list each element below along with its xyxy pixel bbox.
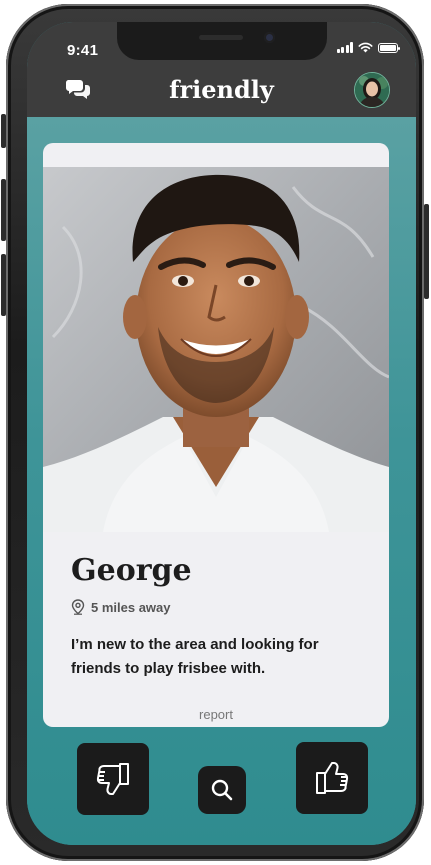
thumbs-up-icon [316,762,349,794]
search-icon [211,779,233,801]
cellular-signal-icon [336,42,353,53]
phone-frame: 9:41 friendly George 5 miles away I’m ne… [1,4,429,861]
side-button-power [424,204,429,299]
status-bar: 9:41 [27,22,416,64]
like-button[interactable] [296,742,368,814]
search-button[interactable] [198,766,246,814]
thumbs-down-icon [96,763,129,795]
side-button-volume-up [1,179,6,241]
profile-photo [43,167,389,532]
profile-bio: I’m new to the area and looking for frie… [71,636,319,677]
status-icons [336,42,400,53]
profile-card[interactable]: George 5 miles away I’m new to the area … [43,143,389,727]
location-pin-icon [71,599,85,615]
side-button-silent [1,114,6,148]
user-avatar[interactable] [354,72,390,108]
profile-distance: 5 miles away [71,599,171,615]
speaker-grill [199,35,243,40]
main-content: George 5 miles away I’m new to the area … [27,117,416,845]
side-button-volume-down [1,254,6,316]
notch [117,22,327,60]
battery-icon [378,42,400,53]
wifi-icon [358,42,373,53]
app-header: friendly [27,64,416,117]
profile-name: George [71,553,192,588]
dislike-button[interactable] [77,743,149,815]
front-camera [264,32,275,43]
report-link[interactable]: report [43,707,389,722]
distance-text: 5 miles away [91,599,171,615]
screen: 9:41 friendly George 5 miles away I’m ne… [27,22,416,845]
status-time: 9:41 [67,42,99,59]
